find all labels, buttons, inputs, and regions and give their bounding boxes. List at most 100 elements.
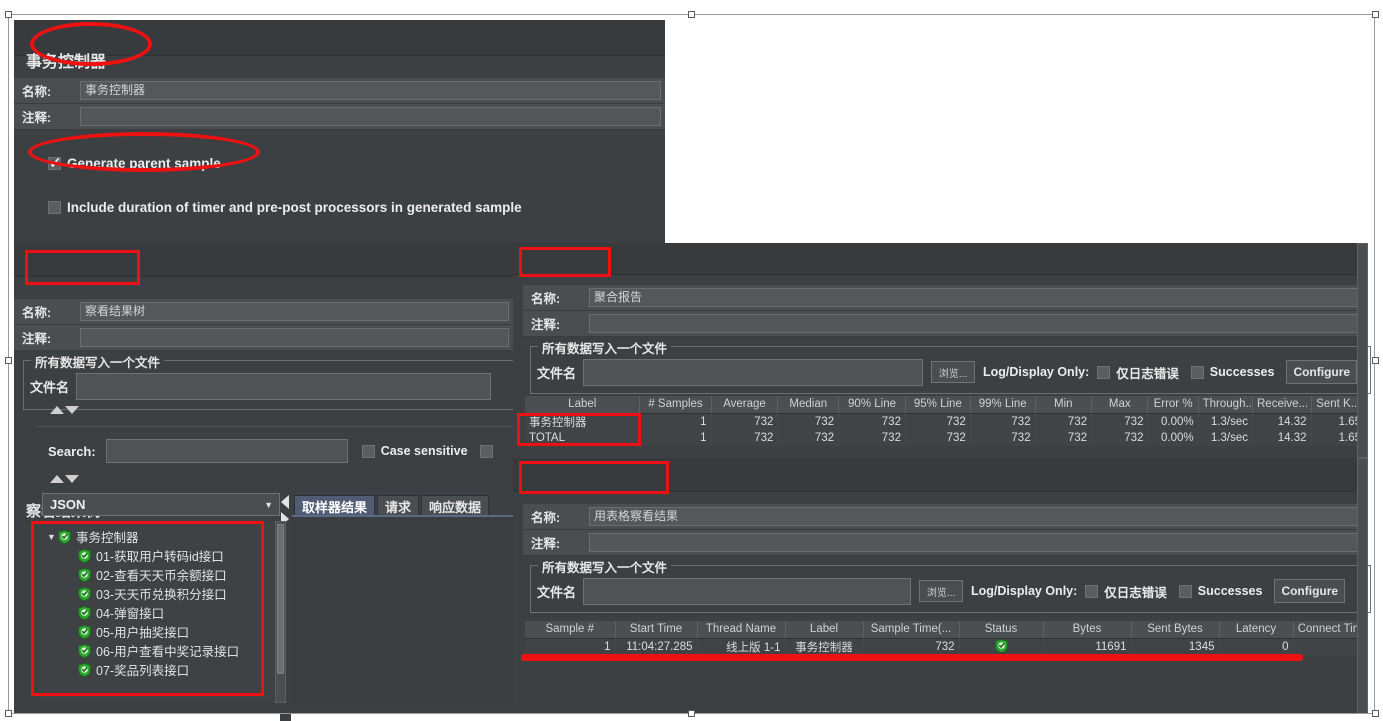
column-header[interactable]: Label xyxy=(525,396,641,414)
selection-handle-mid-right[interactable] xyxy=(1372,357,1379,364)
tree-vertical-scrollbar[interactable] xyxy=(275,521,286,703)
vrtab-errors-only-checkbox[interactable] xyxy=(1085,584,1099,598)
generate-parent-sample-checkbox[interactable] xyxy=(48,154,62,172)
aggregate-table-body[interactable]: 事务控制器 1 732 732 732 732 732 732 732 0.00% 1.3/sec 1… xyxy=(525,413,1366,446)
view-results-table[interactable]: Sample # Start Time Thread Name Label Sample… xyxy=(525,621,1366,656)
selection-handle-mid-left[interactable] xyxy=(5,357,12,364)
selection-handle-top-right[interactable] xyxy=(1372,11,1379,18)
scrollbar-thumb[interactable] xyxy=(277,524,284,674)
vrt-comment-input[interactable] xyxy=(80,328,509,347)
column-header[interactable]: 99% Line xyxy=(970,396,1036,414)
agg-successes-checkbox[interactable] xyxy=(1190,365,1204,379)
search-input[interactable] xyxy=(105,439,348,463)
splitter-left-icon[interactable] xyxy=(281,495,289,509)
renderer-combo[interactable]: JSON ▼ xyxy=(42,493,280,516)
vrtab-successes-checkbox[interactable] xyxy=(1178,584,1192,598)
tree-node[interactable]: 06-用户查看中奖记录接口 xyxy=(46,641,274,660)
vrtab-name-input[interactable]: 用表格察看结果 xyxy=(589,507,1364,526)
vrtab-configure-button[interactable]: Configure xyxy=(1274,579,1346,603)
vrtab-comment-input[interactable] xyxy=(589,533,1364,552)
vrt-splitter-2[interactable] xyxy=(50,475,79,483)
tc-name-label: 名称: xyxy=(14,81,80,100)
selection-handle-top-left[interactable] xyxy=(5,11,12,18)
vrtab-file-row: 文件名 浏览... Log/Display Only: 仅日志错误 Succes… xyxy=(537,576,1364,606)
vrtab-filename-input[interactable] xyxy=(583,577,912,605)
tree-node[interactable]: ▼ 事务控制器 xyxy=(46,527,274,546)
tree-node[interactable]: 07-奖品列表接口 xyxy=(46,660,274,679)
table-row[interactable]: 111:04:27.285线上版 1-1事务控制器73211691134500 xyxy=(525,638,1366,656)
vrt-filename-input[interactable] xyxy=(76,372,492,400)
column-header[interactable]: Status xyxy=(959,621,1044,639)
column-header[interactable]: Error % xyxy=(1147,396,1199,414)
agg-errors-only-label: 仅日志错误 xyxy=(1116,366,1179,381)
case-sensitive-row[interactable]: Case sensitive xyxy=(361,444,468,458)
table-cell: 1345 xyxy=(1131,638,1220,656)
generate-parent-sample-row[interactable]: Generate parent sample xyxy=(48,154,221,172)
agg-file-group-title: 所有数据写入一个文件 xyxy=(538,338,672,357)
column-header[interactable]: Min xyxy=(1035,396,1093,414)
include-duration-row[interactable]: Include duration of timer and pre-post p… xyxy=(48,200,522,215)
column-header[interactable]: Thread Name xyxy=(697,621,786,639)
tc-name-input[interactable]: 事务控制器 xyxy=(80,81,661,100)
selection-handle-bottom-right[interactable] xyxy=(1372,710,1379,717)
tree-node[interactable]: 03-天天币兑换积分接口 xyxy=(46,584,274,603)
column-header[interactable]: 95% Line xyxy=(905,396,971,414)
column-header[interactable]: Average xyxy=(711,396,779,414)
result-tree[interactable]: ▼ 事务控制器 01-获取用户转码id接口 02-查看天天币余额接口 03-天天币兑换积… xyxy=(40,521,274,703)
chevron-down-icon[interactable]: ▼ xyxy=(264,500,273,510)
selection-handle-bottom-center[interactable] xyxy=(688,710,695,717)
agg-comment-label: 注释: xyxy=(523,314,589,333)
column-header[interactable]: Sample Time(... xyxy=(863,621,960,639)
vrtab-browse-button[interactable]: 浏览... xyxy=(919,580,964,602)
vrt-splitter-1[interactable] xyxy=(50,406,79,414)
selection-handle-top-center[interactable] xyxy=(688,11,695,18)
tree-node[interactable]: 02-查看天天币余额接口 xyxy=(46,565,274,584)
tab-请求[interactable]: 请求 xyxy=(377,495,420,516)
sampler-result-tabs[interactable]: 取样器结果 请求 响应数据 xyxy=(294,494,491,516)
column-header[interactable]: Through... xyxy=(1198,396,1254,414)
tc-comment-input[interactable] xyxy=(80,107,661,126)
include-duration-checkbox[interactable] xyxy=(48,201,61,214)
case-sensitive-checkbox[interactable] xyxy=(361,444,375,458)
aggregate-report-table[interactable]: Label # Samples Average Median 90% Line 95% L… xyxy=(525,396,1366,446)
tree-node[interactable]: 04-弹窗接口 xyxy=(46,603,274,622)
column-header[interactable]: Sample # xyxy=(525,621,616,639)
column-header[interactable]: Receive... xyxy=(1252,396,1312,414)
chevron-down-icon[interactable]: ▼ xyxy=(46,532,57,542)
column-header[interactable]: Label xyxy=(785,621,864,639)
results-table-body[interactable]: 111:04:27.285线上版 1-1事务控制器73211691134500 xyxy=(525,638,1366,656)
column-header[interactable]: Median xyxy=(777,396,840,414)
agg-name-input[interactable]: 聚合报告 xyxy=(589,288,1364,307)
vrt-name-input[interactable]: 察看结果树 xyxy=(80,302,509,321)
table-row[interactable]: 事务控制器 1 732 732 732 732 732 732 732 0.00% 1.3/sec 1… xyxy=(525,413,1366,430)
splitter-down-icon[interactable] xyxy=(65,406,79,414)
agg-errors-only-checkbox[interactable] xyxy=(1097,365,1111,379)
tree-node[interactable]: 01-获取用户转码id接口 xyxy=(46,546,274,565)
aggregate-panel-scrollbar[interactable] xyxy=(1357,243,1368,458)
column-header[interactable]: 90% Line xyxy=(838,396,906,414)
column-header[interactable]: # Samples xyxy=(639,396,712,414)
agg-comment-input[interactable] xyxy=(589,314,1364,333)
splitter-up-icon-2[interactable] xyxy=(50,475,64,483)
regexp-checkbox[interactable] xyxy=(479,444,493,458)
tab-响应数据[interactable]: 响应数据 xyxy=(421,495,490,516)
column-header[interactable]: Connect Time... xyxy=(1293,621,1366,639)
table-row[interactable]: TOTAL 1 732 732 732 732 732 732 732 0.00% 1.3/sec 1… xyxy=(525,429,1366,446)
agg-filename-input[interactable] xyxy=(583,358,924,386)
selection-handle-bottom-left[interactable] xyxy=(5,710,12,717)
results-panel-scrollbar[interactable] xyxy=(1357,458,1368,714)
column-header[interactable]: Max xyxy=(1091,396,1149,414)
agg-browse-button[interactable]: 浏览... xyxy=(931,361,976,383)
column-header[interactable]: Latency xyxy=(1219,621,1294,639)
column-header[interactable]: Start Time xyxy=(615,621,698,639)
table-cell: 0.00% xyxy=(1147,413,1199,430)
agg-configure-button[interactable]: Configure xyxy=(1286,360,1358,384)
tab-取样器结果[interactable]: 取样器结果 xyxy=(294,495,376,516)
splitter-up-icon[interactable] xyxy=(50,406,64,414)
agg-file-group: 所有数据写入一个文件 文件名 浏览... Log/Display Only: 仅… xyxy=(530,338,1371,394)
table-cell: 732 xyxy=(1035,413,1093,430)
column-header[interactable]: Sent Bytes xyxy=(1131,621,1220,639)
column-header[interactable]: Bytes xyxy=(1043,621,1132,639)
tree-node[interactable]: 05-用户抽奖接口 xyxy=(46,622,274,641)
splitter-down-icon-2[interactable] xyxy=(65,475,79,483)
